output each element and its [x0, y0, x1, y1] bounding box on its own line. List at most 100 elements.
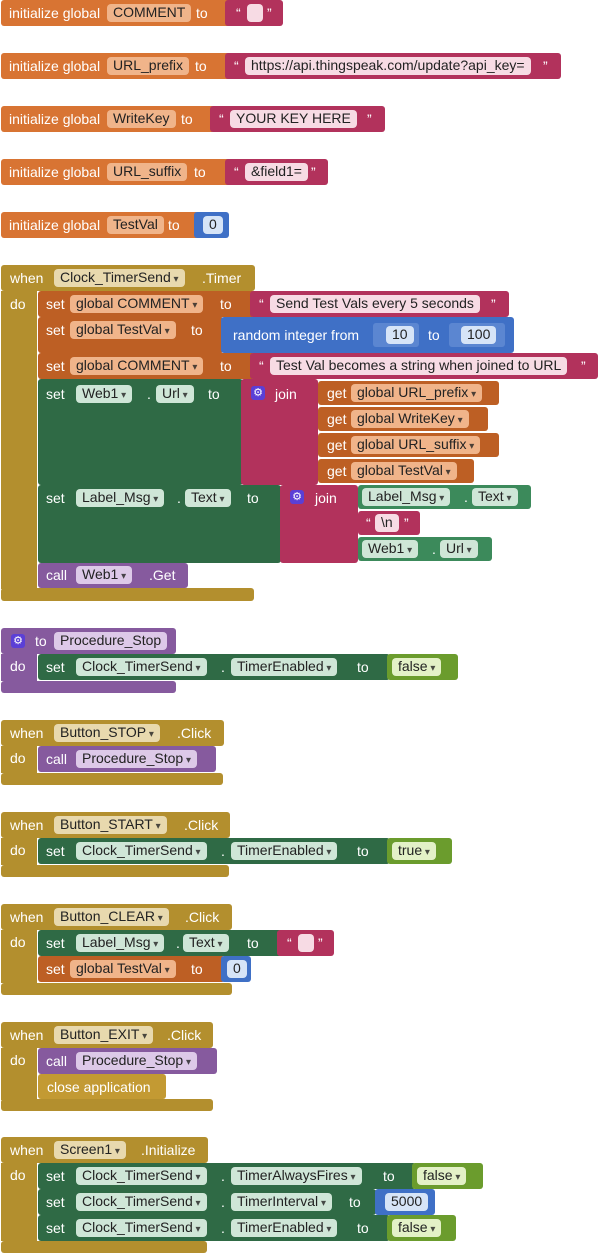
component-dropdown[interactable]: Web1: [76, 566, 133, 584]
component-dropdown[interactable]: Clock_TimerSend: [76, 1193, 207, 1211]
set-global-testval-block[interactable]: set global TestVal to: [38, 317, 224, 353]
timer-event-block[interactable]: when Clock_TimerSend .Timer: [1, 265, 255, 291]
text-block[interactable]: “ ”: [277, 930, 334, 956]
boolean-dropdown[interactable]: false: [392, 658, 442, 676]
property-dropdown[interactable]: TimerEnabled: [231, 842, 338, 860]
call-procedure-stop-block[interactable]: call Procedure_Stop: [38, 1048, 217, 1074]
text-block[interactable]: “ Test Val becomes a string when joined …: [250, 353, 598, 379]
global-name-field[interactable]: URL_prefix: [107, 57, 190, 75]
newline-text-block[interactable]: “ \n ”: [358, 511, 420, 535]
label-text-getter-block[interactable]: Label_Msg . Text: [358, 485, 531, 509]
to-number-field[interactable]: 100: [461, 326, 497, 344]
text-block[interactable]: “ https://api.thingspeak.com/update?api_…: [225, 53, 561, 79]
text-block[interactable]: “ ”: [225, 0, 283, 26]
init-global-url-suffix-block[interactable]: initialize global URL_suffix to: [1, 159, 231, 185]
from-number-field[interactable]: 10: [386, 326, 414, 344]
variable-dropdown[interactable]: global TestVal: [70, 321, 176, 339]
random-integer-block[interactable]: random integer from 10 to 100: [221, 317, 514, 353]
set-global-comment-block-2[interactable]: set global COMMENT to: [38, 353, 255, 379]
boolean-dropdown[interactable]: false: [392, 1219, 442, 1237]
text-value-field[interactable]: [247, 4, 263, 22]
button-stop-click-event[interactable]: when Button_STOP .Click: [1, 720, 224, 746]
component-dropdown[interactable]: Clock_TimerSend: [76, 1167, 207, 1185]
variable-dropdown[interactable]: global COMMENT: [70, 357, 204, 375]
text-value-field[interactable]: https://api.thingspeak.com/update?api_ke…: [245, 57, 531, 75]
boolean-block[interactable]: false: [387, 654, 458, 680]
join-block-2[interactable]: ⚙ join: [280, 485, 358, 563]
global-name-field[interactable]: TestVal: [107, 216, 164, 234]
get-url-prefix-block[interactable]: get global URL_prefix: [318, 381, 499, 405]
number-block[interactable]: 0: [194, 212, 229, 238]
set-timer-enabled-block[interactable]: set Clock_TimerSend . TimerEnabled to: [38, 838, 390, 864]
property-dropdown[interactable]: Text: [183, 934, 229, 952]
component-dropdown[interactable]: Button_CLEAR: [54, 908, 169, 926]
component-dropdown[interactable]: Web1: [76, 385, 133, 403]
component-dropdown[interactable]: Clock_TimerSend: [76, 842, 207, 860]
variable-dropdown[interactable]: global COMMENT: [70, 295, 204, 313]
property-dropdown[interactable]: TimerEnabled: [231, 1219, 338, 1237]
set-label-text-block[interactable]: set Label_Msg . Text to: [38, 485, 281, 563]
set-timer-enabled-block[interactable]: set Clock_TimerSend . TimerEnabled to: [38, 1215, 390, 1241]
component-dropdown[interactable]: Clock_TimerSend: [54, 269, 185, 287]
property-dropdown[interactable]: TimerAlwaysFires: [231, 1167, 362, 1185]
call-procedure-stop-block[interactable]: call Procedure_Stop: [38, 746, 216, 772]
screen-initialize-event[interactable]: when Screen1 .Initialize: [1, 1137, 208, 1163]
text-value-field[interactable]: \n: [375, 514, 399, 532]
get-url-suffix-block[interactable]: get global URL_suffix: [318, 433, 499, 457]
number-block[interactable]: 5000: [375, 1189, 435, 1215]
text-block[interactable]: “ YOUR KEY HERE ”: [210, 106, 385, 132]
boolean-dropdown[interactable]: true: [392, 842, 436, 860]
get-testval-block[interactable]: get global TestVal: [318, 459, 474, 483]
button-start-click-event[interactable]: when Button_START .Click: [1, 812, 230, 838]
set-global-comment-block[interactable]: set global COMMENT to: [38, 291, 255, 317]
set-web-url-block[interactable]: set Web1 . Url to: [38, 379, 243, 485]
set-timer-interval-block[interactable]: set Clock_TimerSend . TimerInterval to: [38, 1189, 376, 1215]
procedure-dropdown[interactable]: Procedure_Stop: [76, 750, 197, 768]
component-dropdown[interactable]: Clock_TimerSend: [76, 658, 207, 676]
gear-icon[interactable]: ⚙: [11, 634, 25, 648]
global-name-field[interactable]: COMMENT: [107, 4, 192, 22]
property-dropdown[interactable]: TimerEnabled: [231, 658, 338, 676]
component-dropdown[interactable]: Button_EXIT: [54, 1026, 154, 1044]
global-name-field[interactable]: URL_suffix: [107, 163, 188, 181]
property-dropdown[interactable]: TimerInterval: [231, 1193, 332, 1211]
variable-dropdown[interactable]: global URL_suffix: [351, 436, 481, 454]
boolean-dropdown[interactable]: false: [417, 1167, 467, 1185]
variable-dropdown[interactable]: global TestVal: [70, 960, 176, 978]
set-timer-always-fires-block[interactable]: set Clock_TimerSend . TimerAlwaysFires t…: [38, 1163, 416, 1189]
text-value-field[interactable]: Send Test Vals every 5 seconds: [270, 295, 480, 313]
boolean-block[interactable]: false: [387, 1215, 456, 1241]
component-dropdown[interactable]: Label_Msg: [76, 489, 165, 507]
set-label-text-clear-block[interactable]: set Label_Msg . Text to: [38, 930, 282, 956]
component-dropdown[interactable]: Button_STOP: [54, 724, 160, 742]
variable-dropdown[interactable]: global WriteKey: [351, 410, 469, 428]
variable-dropdown[interactable]: global TestVal: [351, 462, 457, 480]
component-dropdown[interactable]: Label_Msg: [76, 934, 165, 952]
property-dropdown[interactable]: Url: [440, 540, 478, 558]
text-value-field[interactable]: Test Val becomes a string when joined to…: [270, 357, 568, 375]
property-dropdown[interactable]: Text: [472, 488, 518, 506]
boolean-block[interactable]: false: [412, 1163, 483, 1189]
join-block[interactable]: ⚙ join: [241, 379, 318, 485]
set-timer-enabled-block[interactable]: set Clock_TimerSend . TimerEnabled to: [38, 654, 390, 680]
number-value-field[interactable]: 5000: [385, 1193, 429, 1211]
component-dropdown[interactable]: Web1: [362, 540, 419, 558]
global-name-field[interactable]: WriteKey: [107, 110, 176, 128]
component-dropdown[interactable]: Screen1: [54, 1141, 126, 1159]
variable-dropdown[interactable]: global URL_prefix: [351, 384, 483, 402]
init-global-comment-block[interactable]: initialize global COMMENT to: [1, 0, 231, 26]
number-value-field[interactable]: 0: [203, 216, 223, 234]
get-writekey-block[interactable]: get global WriteKey: [318, 407, 488, 431]
boolean-block[interactable]: true: [387, 838, 452, 864]
text-block[interactable]: “ &field1= ”: [225, 159, 328, 185]
text-block[interactable]: “ Send Test Vals every 5 seconds ”: [250, 291, 509, 317]
set-global-testval-clear-block[interactable]: set global TestVal to: [38, 956, 225, 982]
init-global-testval-block[interactable]: initialize global TestVal to: [1, 212, 199, 238]
component-dropdown[interactable]: Label_Msg: [362, 488, 451, 506]
procedure-name-field[interactable]: Procedure_Stop: [54, 632, 168, 650]
component-dropdown[interactable]: Button_START: [54, 816, 167, 834]
button-clear-click-event[interactable]: when Button_CLEAR .Click: [1, 904, 232, 930]
text-value-field[interactable]: &field1=: [245, 163, 308, 181]
procedure-stop-definition[interactable]: ⚙ to Procedure_Stop: [1, 628, 176, 654]
init-global-url-prefix-block[interactable]: initialize global URL_prefix to: [1, 53, 231, 79]
